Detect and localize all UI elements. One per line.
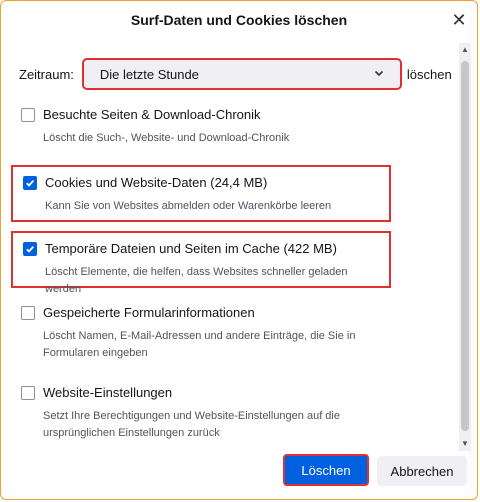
cache-checkbox[interactable]: [23, 241, 37, 256]
cancel-button[interactable]: Abbrechen: [377, 456, 467, 486]
cache-description: Löscht Elemente, die helfen, dass Websit…: [45, 266, 348, 295]
scroll-down-icon[interactable]: ▼: [459, 437, 471, 451]
scrollbar[interactable]: ▲ ▼: [459, 43, 471, 451]
history-description: Löscht die Such-, Website- und Download-…: [43, 132, 290, 144]
dialog-title: Surf-Daten und Cookies löschen: [130, 12, 348, 28]
item-cookies: Cookies und Website-Daten (24,4 MB) Kann…: [11, 165, 391, 222]
close-icon[interactable]: ✕: [449, 10, 469, 30]
checkmark-icon: [26, 179, 35, 187]
scrollbar-thumb[interactable]: [461, 61, 469, 431]
forms-label[interactable]: Gespeicherte Formularinformationen: [43, 305, 255, 320]
time-range-select[interactable]: Die letzte Stunde: [81, 58, 402, 90]
item-cache: Temporäre Dateien und Seiten im Cache (4…: [11, 231, 391, 295]
cookies-checkbox[interactable]: [23, 175, 37, 190]
dialog-content: Zeitraum: Die letzte Stunde löschen Besu…: [1, 41, 457, 449]
item-history: Besuchte Seiten & Download-Chronik Lösch…: [11, 99, 391, 155]
checkmark-icon: [26, 245, 35, 253]
site-settings-description: Setzt Ihre Berechtigungen und Website-Ei…: [43, 410, 340, 439]
time-range-value: Die letzte Stunde: [99, 66, 199, 82]
time-range-after-label: löschen: [406, 66, 452, 82]
cookies-label[interactable]: Cookies und Website-Daten (24,4 MB): [45, 175, 267, 190]
item-forms: Gespeicherte Formularinformationen Lösch…: [11, 297, 391, 370]
site-settings-label[interactable]: Website-Einstellungen: [43, 385, 172, 400]
site-settings-checkbox[interactable]: [21, 385, 35, 400]
time-range-label: Zeitraum:: [19, 66, 74, 82]
cookies-description: Kann Sie von Websites abmelden oder Ware…: [45, 200, 332, 212]
item-site-settings: Website-Einstellungen Setzt Ihre Berecht…: [11, 377, 391, 450]
dialog-window: Surf-Daten und Cookies löschen ✕ Zeitrau…: [0, 0, 478, 500]
history-label[interactable]: Besuchte Seiten & Download-Chronik: [43, 107, 261, 122]
scroll-up-icon[interactable]: ▲: [459, 43, 471, 57]
title-bar: Surf-Daten und Cookies löschen ✕: [1, 1, 477, 41]
time-range-row: Zeitraum: Die letzte Stunde löschen: [19, 58, 459, 90]
history-checkbox[interactable]: [21, 107, 35, 122]
clear-button[interactable]: Löschen: [283, 454, 369, 486]
cache-label[interactable]: Temporäre Dateien und Seiten im Cache (4…: [45, 241, 337, 256]
chevron-down-icon: [374, 68, 384, 81]
forms-description: Löscht Namen, E-Mail-Adressen und andere…: [43, 330, 356, 359]
forms-checkbox[interactable]: [21, 305, 35, 320]
